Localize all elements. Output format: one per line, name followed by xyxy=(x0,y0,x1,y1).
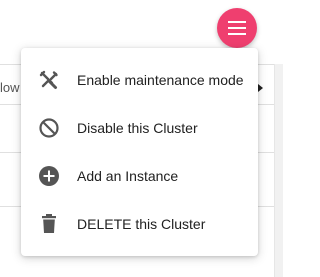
menu-item-label: Disable this Cluster xyxy=(77,120,198,136)
cluster-actions-menu: Enable maintenance mode Disable this Clu… xyxy=(21,48,258,256)
menu-item-enable-maintenance[interactable]: Enable maintenance mode xyxy=(21,56,258,104)
trash-icon xyxy=(38,213,60,235)
scrollbar[interactable] xyxy=(274,64,283,277)
menu-item-label: Enable maintenance mode xyxy=(77,72,244,88)
menu-item-label: Add an Instance xyxy=(77,168,179,184)
menu-icon xyxy=(228,21,246,35)
menu-item-label: DELETE this Cluster xyxy=(77,216,206,232)
wrench-tools-icon xyxy=(38,69,60,91)
menu-item-add-instance[interactable]: Add an Instance xyxy=(21,152,258,200)
table-column-header[interactable]: low xyxy=(0,80,20,95)
add-circle-icon xyxy=(38,165,60,187)
menu-item-disable-cluster[interactable]: Disable this Cluster xyxy=(21,104,258,152)
scroll-right-arrow-icon[interactable] xyxy=(258,84,263,92)
menu-fab-button[interactable] xyxy=(217,8,257,48)
menu-item-delete-cluster[interactable]: DELETE this Cluster xyxy=(21,200,258,248)
block-icon xyxy=(38,117,60,139)
